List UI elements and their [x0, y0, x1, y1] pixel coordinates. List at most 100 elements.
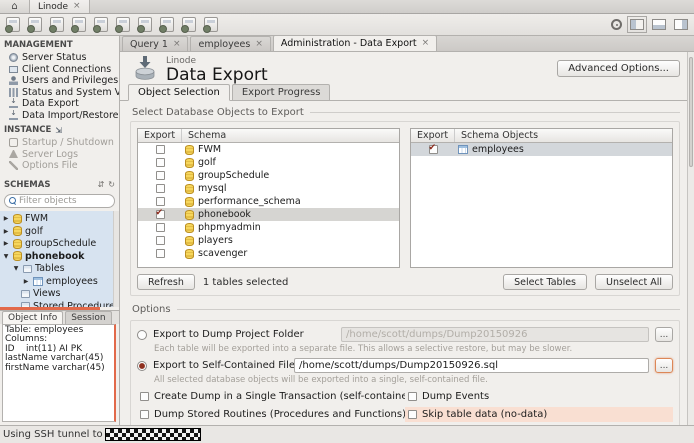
- refresh-schemas-icon[interactable]: ↻: [108, 180, 115, 189]
- dump-events-option[interactable]: Dump Events: [405, 389, 673, 404]
- tree-item-schema[interactable]: ▶ golf: [0, 225, 119, 238]
- schema-icon: [185, 158, 194, 168]
- alter-schema-icon[interactable]: [72, 17, 86, 32]
- create-function-icon[interactable]: [160, 17, 174, 32]
- tree-item-schema[interactable]: ▶ groupSchedule: [0, 238, 119, 251]
- single-transaction-checkbox[interactable]: [140, 392, 149, 401]
- collapse-all-icon[interactable]: ⇵: [98, 180, 105, 189]
- connection-tab-linode[interactable]: Linode ×: [30, 0, 90, 13]
- create-schema-icon[interactable]: [50, 17, 64, 32]
- table-row[interactable]: golf: [138, 156, 399, 169]
- tab-export-progress[interactable]: Export Progress: [232, 84, 331, 101]
- tree-item-stored-procedures[interactable]: Stored Procedures: [0, 300, 119, 307]
- export-checkbox[interactable]: [156, 171, 165, 180]
- search-table-data-icon[interactable]: [182, 17, 196, 32]
- close-icon[interactable]: ×: [73, 2, 81, 11]
- table-row[interactable]: mysql: [138, 182, 399, 195]
- sidebar-item-server-status[interactable]: Server Status: [0, 52, 119, 64]
- status-bar: Using SSH tunnel to: [0, 425, 694, 443]
- export-checkbox[interactable]: [156, 145, 165, 154]
- close-icon[interactable]: ×: [173, 40, 181, 49]
- new-query-icon[interactable]: [6, 17, 20, 32]
- chevron-right-icon[interactable]: ▶: [2, 228, 10, 235]
- chevron-right-icon[interactable]: ▶: [22, 278, 30, 285]
- tab-object-selection[interactable]: Object Selection: [128, 84, 230, 101]
- open-sql-script-icon[interactable]: [28, 17, 42, 32]
- sidebar-item-data-export[interactable]: Data Export: [0, 98, 119, 110]
- table-row[interactable]: performance_schema: [138, 195, 399, 208]
- export-checkbox[interactable]: [156, 249, 165, 258]
- scrollbar-thumb[interactable]: [689, 57, 693, 167]
- chevron-down-icon[interactable]: ▼: [2, 253, 10, 260]
- tree-item-table-employees[interactable]: ▶ employees: [0, 275, 119, 288]
- main-scrollbar[interactable]: [687, 52, 694, 425]
- status-target-icon[interactable]: [611, 19, 622, 30]
- table-row[interactable]: FWM: [138, 143, 399, 156]
- advanced-options-button[interactable]: Advanced Options...: [557, 60, 680, 77]
- export-checkbox[interactable]: [156, 236, 165, 245]
- toggle-left-panel-icon[interactable]: [630, 19, 644, 30]
- tree-item-schema-phonebook[interactable]: ▼ phonebook: [0, 250, 119, 263]
- unselect-all-button[interactable]: Unselect All: [595, 274, 673, 290]
- refresh-button[interactable]: Refresh: [137, 274, 195, 290]
- sidebar-item-options-file[interactable]: Options File: [0, 160, 119, 172]
- schema-icon: [185, 184, 194, 194]
- table-row[interactable]: scavenger: [138, 247, 399, 260]
- table-row-selected[interactable]: ✔ phonebook: [138, 208, 399, 221]
- close-icon[interactable]: ×: [255, 40, 263, 49]
- sidebar-item-data-import[interactable]: Data Import/Restore: [0, 110, 119, 122]
- self-contained-file-path-input[interactable]: [294, 358, 649, 373]
- export-checkbox[interactable]: [156, 184, 165, 193]
- schema-tree-scrollbar[interactable]: [113, 211, 119, 307]
- export-checkbox-checked[interactable]: ✔: [429, 145, 438, 154]
- home-tab[interactable]: ⌂: [0, 0, 30, 13]
- sidebar-item-startup-shutdown[interactable]: Startup / Shutdown: [0, 137, 119, 149]
- toggle-right-panel-icon[interactable]: [674, 19, 688, 30]
- dump-stored-routines-checkbox[interactable]: [140, 410, 149, 419]
- schema-icon: [185, 210, 194, 220]
- export-checkbox[interactable]: [156, 197, 165, 206]
- table-row[interactable]: phpmyadmin: [138, 221, 399, 234]
- tab-employees[interactable]: employees ×: [190, 36, 270, 51]
- create-view-icon[interactable]: [116, 17, 130, 32]
- tab-administration-data-export[interactable]: Administration - Data Export ×: [273, 35, 437, 51]
- chevron-down-icon[interactable]: ▼: [12, 265, 20, 272]
- browse-self-contained-button[interactable]: ...: [655, 358, 673, 373]
- tab-session[interactable]: Session: [65, 311, 111, 324]
- tab-query-1[interactable]: Query 1 ×: [122, 36, 188, 51]
- export-checkbox[interactable]: [156, 223, 165, 232]
- radio-self-contained-file[interactable]: [137, 361, 147, 371]
- tree-item-schema[interactable]: ▶ FWM: [0, 213, 119, 226]
- table-row[interactable]: players: [138, 234, 399, 247]
- dump-events-checkbox[interactable]: [408, 392, 417, 401]
- tree-item-views[interactable]: Views: [0, 288, 119, 301]
- dump-stored-routines-option[interactable]: Dump Stored Routines (Procedures and Fun…: [137, 407, 405, 422]
- close-icon[interactable]: ×: [422, 39, 430, 48]
- tree-item-tables[interactable]: ▼ Tables: [0, 263, 119, 276]
- select-tables-button[interactable]: Select Tables: [503, 274, 587, 290]
- radio-dump-project-folder[interactable]: [137, 330, 147, 340]
- export-checkbox-checked[interactable]: ✔: [156, 210, 165, 219]
- skip-table-data-option[interactable]: Skip table data (no-data): [405, 407, 673, 422]
- export-checkbox[interactable]: [156, 158, 165, 167]
- schema-filter-input[interactable]: [19, 196, 110, 206]
- table-row-selected[interactable]: ✔ employees: [411, 143, 672, 156]
- chevron-right-icon[interactable]: ▶: [2, 215, 10, 222]
- sidebar-item-status-variables[interactable]: Status and System Variables: [0, 87, 119, 99]
- sidebar-item-users-privileges[interactable]: Users and Privileges: [0, 75, 119, 87]
- single-transaction-option[interactable]: Create Dump in a Single Transaction (sel…: [137, 389, 405, 404]
- table-icon: [458, 145, 468, 154]
- skip-table-data-checkbox[interactable]: [408, 410, 417, 419]
- sidebar-item-client-connections[interactable]: Client Connections: [0, 64, 119, 76]
- toggle-bottom-panel-icon[interactable]: [652, 19, 666, 30]
- sidebar-item-server-logs[interactable]: Server Logs: [0, 149, 119, 161]
- create-procedure-icon[interactable]: [138, 17, 152, 32]
- create-table-icon[interactable]: [94, 17, 108, 32]
- table-row[interactable]: groupSchedule: [138, 169, 399, 182]
- reconnect-server-icon[interactable]: [204, 17, 218, 32]
- status-bar-text: Using SSH tunnel to: [3, 429, 103, 440]
- dump-project-folder-path-input: [341, 327, 649, 342]
- tab-object-info[interactable]: Object Info: [2, 311, 63, 324]
- browse-project-folder-button[interactable]: ...: [655, 327, 673, 342]
- chevron-right-icon[interactable]: ▶: [2, 240, 10, 247]
